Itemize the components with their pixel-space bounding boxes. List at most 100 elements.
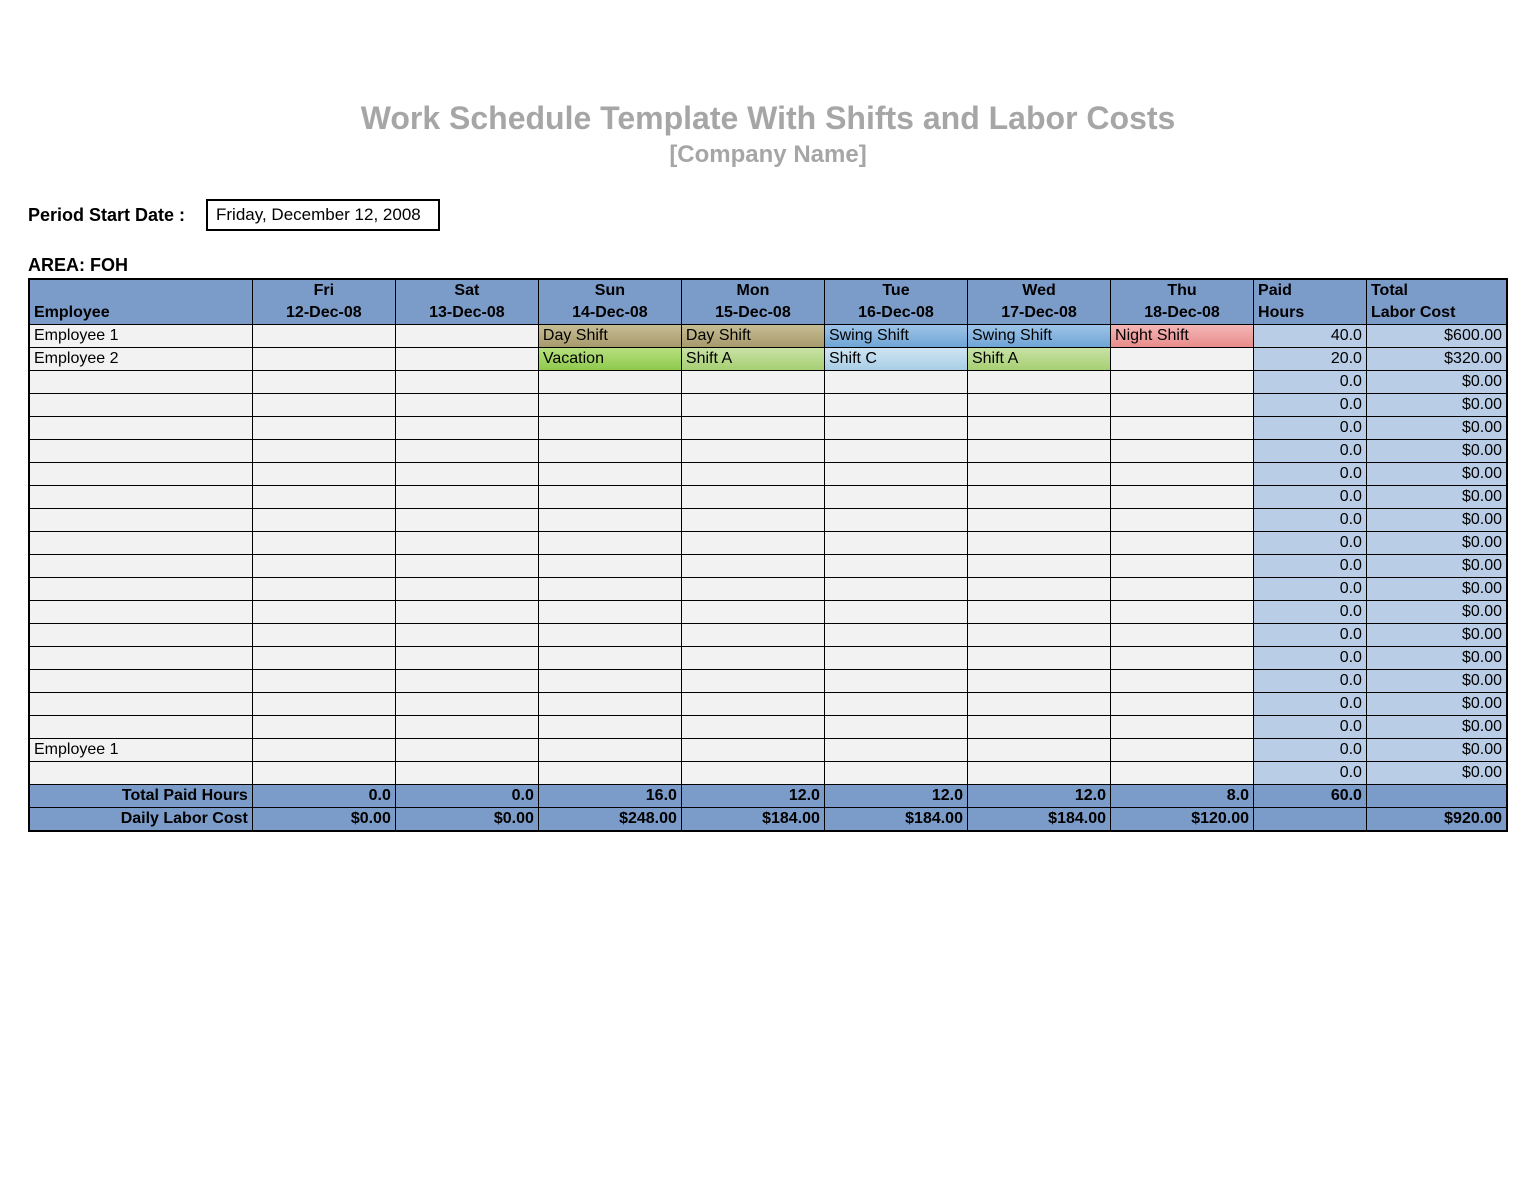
cell-shift[interactable] — [1111, 739, 1254, 762]
cell-shift[interactable] — [538, 532, 681, 555]
cell-shift[interactable] — [824, 693, 967, 716]
cell-employee[interactable] — [29, 463, 252, 486]
cell-shift[interactable] — [1111, 463, 1254, 486]
cell-shift[interactable] — [967, 693, 1110, 716]
cell-shift[interactable] — [967, 647, 1110, 670]
cell-shift[interactable] — [967, 762, 1110, 785]
cell-shift[interactable] — [681, 578, 824, 601]
cell-shift[interactable] — [395, 440, 538, 463]
cell-shift[interactable] — [538, 647, 681, 670]
cell-shift[interactable] — [967, 716, 1110, 739]
cell-shift[interactable] — [967, 509, 1110, 532]
cell-shift[interactable] — [395, 670, 538, 693]
cell-shift[interactable] — [824, 532, 967, 555]
cell-shift[interactable] — [538, 417, 681, 440]
cell-shift[interactable] — [681, 486, 824, 509]
cell-shift[interactable] — [681, 394, 824, 417]
cell-employee[interactable] — [29, 509, 252, 532]
cell-employee[interactable]: Employee 2 — [29, 348, 252, 371]
cell-shift[interactable] — [252, 601, 395, 624]
cell-shift[interactable]: Day Shift — [681, 325, 824, 348]
cell-employee[interactable] — [29, 716, 252, 739]
cell-shift[interactable] — [1111, 348, 1254, 371]
cell-shift[interactable] — [1111, 670, 1254, 693]
cell-shift[interactable] — [1111, 417, 1254, 440]
cell-shift[interactable] — [395, 647, 538, 670]
cell-shift[interactable] — [1111, 762, 1254, 785]
cell-shift[interactable] — [967, 371, 1110, 394]
cell-shift[interactable] — [1111, 555, 1254, 578]
cell-shift[interactable] — [538, 555, 681, 578]
cell-shift[interactable] — [967, 578, 1110, 601]
cell-shift[interactable] — [395, 762, 538, 785]
cell-shift[interactable] — [1111, 716, 1254, 739]
cell-shift[interactable] — [681, 624, 824, 647]
period-start-input[interactable]: Friday, December 12, 2008 — [206, 199, 440, 231]
cell-shift[interactable] — [681, 417, 824, 440]
cell-shift[interactable] — [252, 486, 395, 509]
cell-shift[interactable] — [252, 509, 395, 532]
cell-shift[interactable] — [252, 325, 395, 348]
cell-shift[interactable] — [824, 624, 967, 647]
cell-shift[interactable] — [967, 601, 1110, 624]
cell-shift[interactable] — [395, 348, 538, 371]
cell-shift[interactable] — [824, 371, 967, 394]
cell-shift[interactable] — [681, 670, 824, 693]
cell-shift[interactable] — [824, 463, 967, 486]
cell-employee[interactable] — [29, 555, 252, 578]
cell-shift[interactable] — [252, 693, 395, 716]
cell-shift[interactable] — [1111, 624, 1254, 647]
cell-shift[interactable] — [681, 601, 824, 624]
cell-shift[interactable] — [681, 716, 824, 739]
cell-shift[interactable] — [252, 762, 395, 785]
cell-shift[interactable] — [395, 463, 538, 486]
cell-shift[interactable] — [681, 739, 824, 762]
cell-employee[interactable] — [29, 693, 252, 716]
cell-shift[interactable] — [1111, 440, 1254, 463]
cell-shift[interactable] — [252, 532, 395, 555]
cell-shift[interactable] — [824, 394, 967, 417]
cell-shift[interactable] — [824, 578, 967, 601]
cell-shift[interactable] — [538, 601, 681, 624]
cell-shift[interactable]: Shift A — [681, 348, 824, 371]
cell-shift[interactable] — [395, 716, 538, 739]
cell-shift[interactable] — [824, 440, 967, 463]
cell-shift[interactable] — [1111, 647, 1254, 670]
cell-shift[interactable] — [967, 624, 1110, 647]
cell-shift[interactable] — [252, 739, 395, 762]
cell-shift[interactable] — [681, 532, 824, 555]
cell-shift[interactable] — [395, 555, 538, 578]
cell-shift[interactable] — [967, 486, 1110, 509]
cell-shift[interactable] — [252, 417, 395, 440]
cell-employee[interactable] — [29, 532, 252, 555]
cell-shift[interactable] — [538, 463, 681, 486]
cell-shift[interactable] — [252, 716, 395, 739]
cell-shift[interactable] — [538, 693, 681, 716]
cell-shift[interactable] — [538, 762, 681, 785]
cell-shift[interactable] — [967, 670, 1110, 693]
cell-employee[interactable] — [29, 670, 252, 693]
cell-shift[interactable]: Vacation — [538, 348, 681, 371]
cell-shift[interactable] — [1111, 371, 1254, 394]
cell-employee[interactable]: Employee 1 — [29, 739, 252, 762]
cell-shift[interactable] — [967, 532, 1110, 555]
cell-shift[interactable] — [681, 371, 824, 394]
cell-employee[interactable] — [29, 394, 252, 417]
cell-shift[interactable] — [1111, 601, 1254, 624]
cell-shift[interactable] — [1111, 486, 1254, 509]
cell-shift[interactable] — [1111, 394, 1254, 417]
cell-employee[interactable] — [29, 486, 252, 509]
cell-shift[interactable] — [681, 647, 824, 670]
cell-shift[interactable] — [681, 440, 824, 463]
cell-employee[interactable] — [29, 647, 252, 670]
cell-shift[interactable] — [538, 716, 681, 739]
cell-shift[interactable] — [1111, 693, 1254, 716]
cell-shift[interactable] — [395, 532, 538, 555]
cell-shift[interactable]: Swing Shift — [824, 325, 967, 348]
cell-shift[interactable] — [252, 348, 395, 371]
cell-shift[interactable] — [395, 509, 538, 532]
cell-shift[interactable] — [681, 555, 824, 578]
cell-shift[interactable] — [538, 371, 681, 394]
cell-shift[interactable] — [824, 601, 967, 624]
cell-employee[interactable] — [29, 762, 252, 785]
